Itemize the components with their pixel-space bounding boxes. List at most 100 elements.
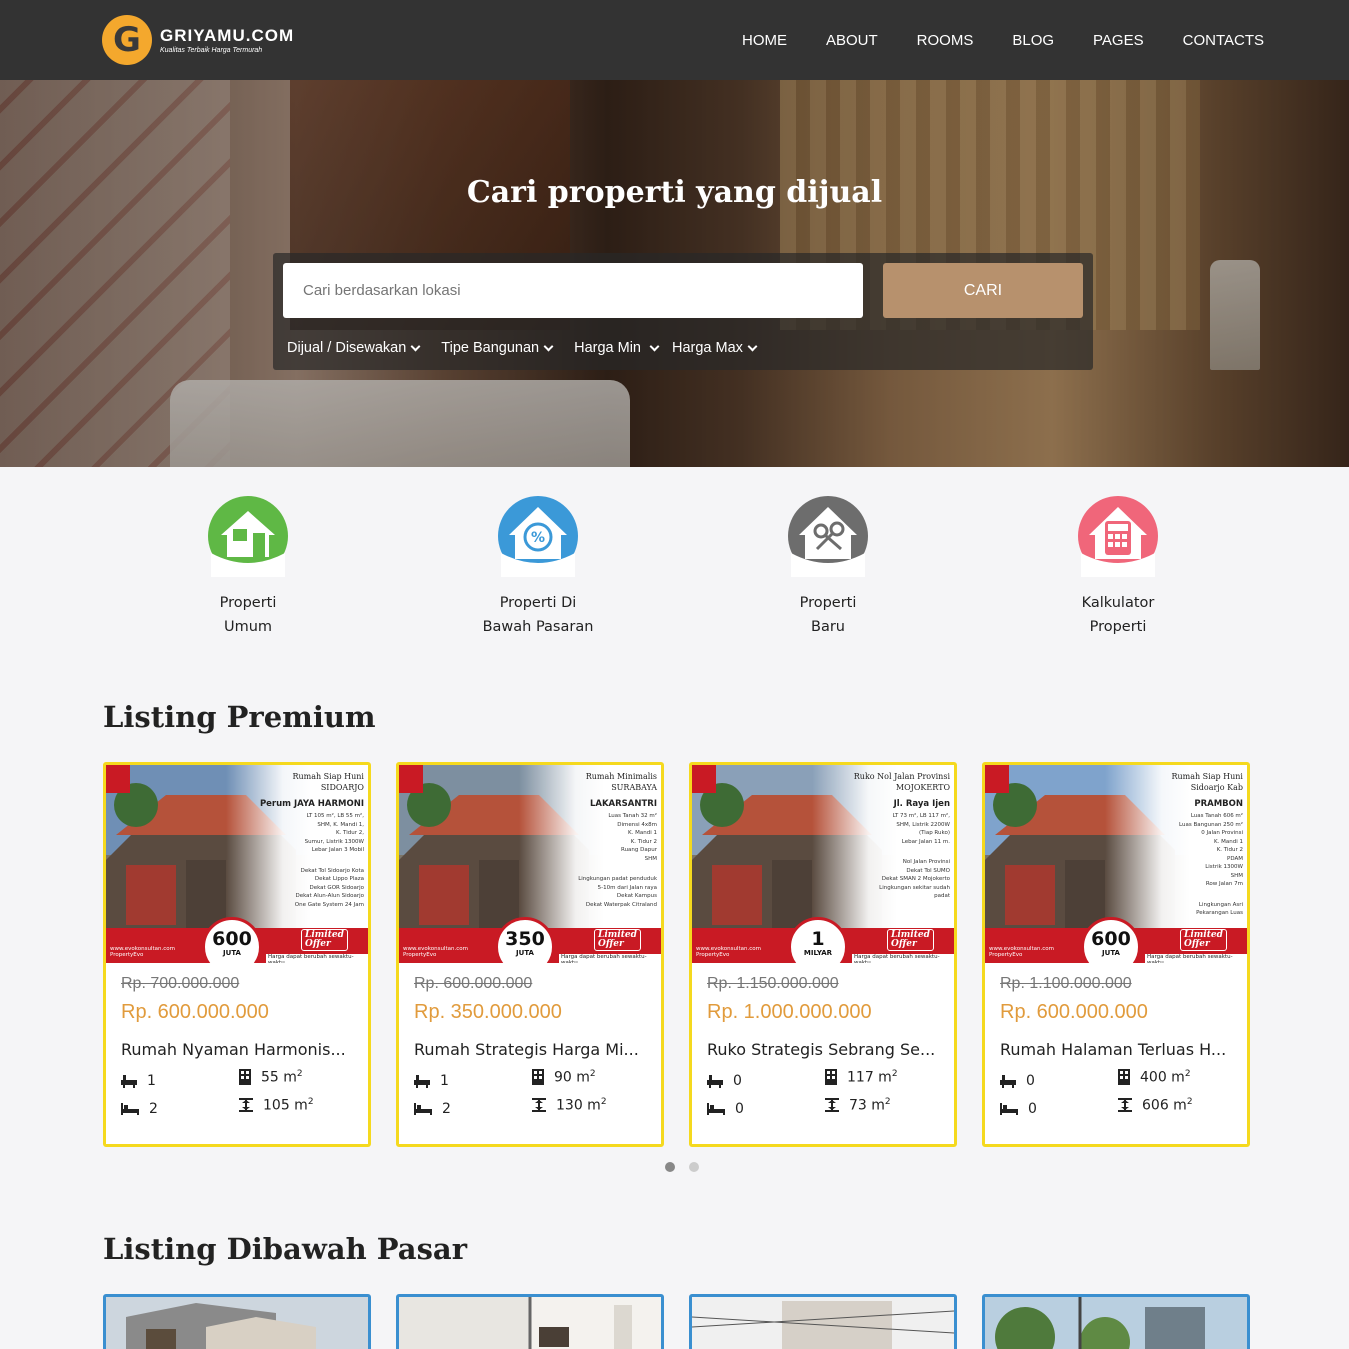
category-label: Properti Umum <box>219 595 277 635</box>
nav-contacts[interactable]: CONTACTS <box>1183 32 1264 49</box>
promo-feature-line: Dekat Tol Sidoarjo Kota <box>300 867 364 874</box>
promo-detail-line: K. Tidur 2 <box>1216 847 1243 853</box>
bathtub-icon <box>414 1075 430 1088</box>
spec-value: 0 <box>733 1073 742 1089</box>
land-area-icon <box>239 1098 253 1113</box>
filter-harga-min[interactable]: Harga Min <box>574 340 660 356</box>
promo-detail-line: Row Jalan 7m <box>1205 881 1243 887</box>
premium-card[interactable]: Ruko Nol Jalan Provinsi MOJOKERTO Jl. Ra… <box>689 762 957 1147</box>
hero-title: Cari properti yang dijual <box>466 175 883 210</box>
category-label: Kalkulator Properti <box>1081 595 1155 635</box>
location-search-input[interactable] <box>283 263 863 318</box>
promo-feature-line: Pekarangan Luas <box>1196 910 1243 916</box>
spec-building-area: 400 m2 <box>1118 1069 1191 1086</box>
promo-headline: LAKARSANTRI <box>589 799 657 809</box>
bawah-card-4[interactable] <box>982 1294 1250 1349</box>
property-name[interactable]: Rumah Strategis Harga Mi... <box>414 1040 646 1059</box>
logo-tagline: Kualitas Terbaik Harga Termurah <box>160 47 263 54</box>
chevron-down-icon <box>410 341 421 351</box>
promo-detail-line: K. Tidur 2, <box>335 830 364 836</box>
promo-city: MOJOKERTO <box>895 783 950 792</box>
filter-label: Harga Min <box>574 340 641 356</box>
filter-harga-max[interactable]: Harga Max <box>672 340 758 356</box>
spec-building-area: 117 m2 <box>825 1069 898 1086</box>
old-price: Rp. 1.150.000.000 <box>707 975 839 992</box>
property-specs: 0 0 117 m2 73 m2 <box>707 1069 939 1137</box>
filter-tipe-bangunan[interactable]: Tipe Bangunan <box>441 340 554 356</box>
category-kalkulator-properti[interactable]: Kalkulator Properti <box>1018 495 1218 639</box>
carousel-dot-1[interactable] <box>665 1162 675 1172</box>
promo-city: SURABAYA <box>611 783 657 792</box>
chevron-down-icon <box>543 341 554 351</box>
promo-web: www.evokonsultan.com PropertyEvo <box>110 946 175 958</box>
old-price: Rp. 700.000.000 <box>121 975 240 992</box>
promo-title: Rumah Siap Huni <box>292 772 364 781</box>
promo-web: www.evokonsultan.com PropertyEvo <box>403 946 468 958</box>
category-properti-baru[interactable]: Properti Baru <box>728 495 928 639</box>
badge-unit: MILYAR <box>803 949 833 957</box>
promo-detail-line: SHM, K. Mandi 1, <box>317 821 364 828</box>
property-promo-image: Rumah Siap Huni Sidoarjo Kab PRAMBON Lua… <box>985 765 1247 963</box>
spec-land-area: 130 m2 <box>532 1097 607 1114</box>
old-price: Rp. 1.100.000.000 <box>1000 975 1132 992</box>
brand-mark-icon <box>106 765 130 793</box>
spec-bedroom: 0 <box>707 1101 744 1117</box>
spec-value: 1 <box>147 1073 156 1089</box>
new-price: Rp. 350.000.000 <box>414 1001 562 1023</box>
premium-card[interactable]: Rumah Minimalis SURABAYA LAKARSANTRI Lua… <box>396 762 664 1147</box>
promo-feature-line: Nol Jalan Provinsi <box>902 859 950 865</box>
promo-detail-line: SHM <box>1230 872 1243 879</box>
promo-title: Rumah Minimalis <box>585 772 657 781</box>
hero-banner: Cari properti yang dijual CARI Dijual / … <box>0 80 1349 467</box>
nav-pages[interactable]: PAGES <box>1093 32 1144 49</box>
limited-offer-tag: Limited Offer <box>887 929 934 951</box>
carousel-dot-2[interactable] <box>689 1162 699 1172</box>
promo-feature-line: 5-10m dari Jalan raya <box>597 884 657 891</box>
search-button[interactable]: CARI <box>883 263 1083 318</box>
filter-dijual-disewakan[interactable]: Dijual / Disewakan <box>287 340 421 356</box>
category-label: Properti Di Bawah Pasaran <box>482 595 594 635</box>
new-price: Rp. 1.000.000.000 <box>707 1001 872 1023</box>
property-name[interactable]: Rumah Nyaman Harmonis... <box>121 1040 353 1059</box>
bawah-card-1[interactable] <box>103 1294 371 1349</box>
nav-blog[interactable]: BLOG <box>1012 32 1054 49</box>
spec-bathroom: 0 <box>1000 1073 1035 1089</box>
promo-headline: Jl. Raya Ijen <box>893 799 950 809</box>
promo-city: SIDOARJO <box>320 783 364 792</box>
badge-unit: JUTA <box>223 949 241 957</box>
promo-detail-line: Luas Bangunan 250 m² <box>1179 821 1243 828</box>
calculator-house-icon <box>1078 496 1158 577</box>
category-properti-umum[interactable]: Properti Umum <box>148 495 348 639</box>
badge-number: 350 <box>505 928 545 950</box>
promo-text: Rumah Minimalis SURABAYA LAKARSANTRI Lua… <box>547 771 657 909</box>
bawah-card-2[interactable] <box>396 1294 664 1349</box>
category-properti-bawah-pasaran[interactable]: % Properti Di Bawah Pasaran <box>438 495 638 639</box>
promo-feature-line: Lingkungan sekitar sudah <box>879 884 950 891</box>
property-name[interactable]: Rumah Halaman Terluas H... <box>1000 1040 1232 1059</box>
premium-card[interactable]: Rumah Siap Huni Sidoarjo Kab PRAMBON Lua… <box>982 762 1250 1147</box>
spec-value: 55 m2 <box>261 1069 303 1086</box>
nav-home[interactable]: HOME <box>742 32 787 49</box>
promo-text: Rumah Siap Huni Sidoarjo Kab PRAMBON Lua… <box>1133 771 1243 918</box>
card-body: Rp. 1.100.000.000 Rp. 600.000.000 Rumah … <box>985 963 1247 1137</box>
building-icon <box>825 1069 837 1086</box>
new-price: Rp. 600.000.000 <box>121 1001 269 1023</box>
property-name[interactable]: Ruko Strategis Sebrang Se... <box>707 1040 939 1059</box>
promo-detail-line: Lebar Jalan 11 m. <box>901 838 950 845</box>
site-logo[interactable]: GRIYAMU.COM Kualitas Terbaik Harga Termu… <box>102 15 294 65</box>
promo-feature-line: Dekat Lippo Plaza <box>314 876 364 882</box>
badge-number: 600 <box>212 928 252 950</box>
bed-icon <box>414 1103 432 1115</box>
property-promo-image: Rumah Minimalis SURABAYA LAKARSANTRI Lua… <box>399 765 661 963</box>
nav-about[interactable]: ABOUT <box>826 32 878 49</box>
spec-bathroom: 1 <box>414 1073 449 1089</box>
property-photo <box>985 1297 1247 1349</box>
property-specs: 1 2 55 m2 105 m2 <box>121 1069 353 1137</box>
nav-rooms[interactable]: ROOMS <box>917 32 974 49</box>
promo-detail-line: LT 105 m², LB 55 m², <box>306 813 364 819</box>
promo-feature-line: Dekat Alun-Alun Sidoarjo <box>295 893 364 899</box>
premium-card[interactable]: Rumah Siap Huni SIDOARJO Perum JAYA HARM… <box>103 762 371 1147</box>
filter-label: Dijual / Disewakan <box>287 340 407 356</box>
brand-mark-icon <box>985 765 1009 793</box>
bawah-card-3[interactable] <box>689 1294 957 1349</box>
